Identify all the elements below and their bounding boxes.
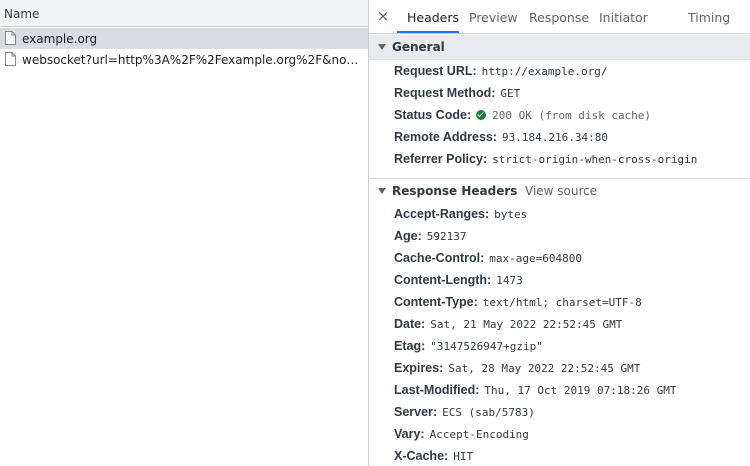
header-value: Accept-Encoding <box>429 428 529 441</box>
response-header-row: Server: ECS (sab/5783) <box>394 405 535 419</box>
header-value: Sat, 28 May 2022 22:52:45 GMT <box>448 362 641 375</box>
request-row-websocket[interactable]: websocket?url=http%3A%2F%2Fexample.org%2… <box>0 49 368 70</box>
header-value: 200 OK (from disk cache) <box>492 109 652 122</box>
header-key: Server <box>394 405 433 419</box>
response-header-row: Age: 592137 <box>394 229 467 243</box>
header-key: Last-Modified <box>394 383 476 397</box>
request-name: websocket?url=http%3A%2F%2Fexample.org%2… <box>22 53 364 67</box>
response-header-row: Etag: "3147526947+gzip" <box>394 339 543 353</box>
header-value: ECS (sab/5783) <box>442 406 535 419</box>
request-name: example.org <box>22 32 98 46</box>
response-header-row: Date: Sat, 21 May 2022 22:52:45 GMT <box>394 317 623 331</box>
header-key: Age <box>394 229 418 243</box>
response-header-row: Content-Type: text/html; charset=UTF-8 <box>394 295 642 309</box>
response-header-row: Accept-Ranges: bytes <box>394 207 528 221</box>
general-row-referrer-policy: Referrer Policy: strict-origin-when-cross… <box>394 152 698 166</box>
tab-timing[interactable]: Timing <box>688 10 730 25</box>
header-value: GET <box>500 87 521 100</box>
general-row-request-method: Request Method: GET <box>394 86 521 100</box>
response-header-row: Content-Length: 1473 <box>394 273 523 287</box>
general-row-status-code: Status Code: 200 OK (from disk cache) <box>394 108 652 122</box>
status-ok-icon <box>476 110 487 120</box>
request-details-panel: × Headers Preview Response Initiator Tim… <box>369 0 750 466</box>
header-key: Status Code <box>394 108 467 122</box>
response-header-row: Cache-Control: max-age=604800 <box>394 251 583 265</box>
header-value: strict-origin-when-cross-origin <box>492 153 698 166</box>
tab-initiator[interactable]: Initiator <box>599 10 648 25</box>
section-title: General <box>392 40 445 54</box>
header-value: bytes <box>494 208 528 221</box>
response-header-row: Last-Modified: Thu, 17 Oct 2019 07:18:26 … <box>394 383 677 397</box>
header-key: Date <box>394 317 422 331</box>
header-value: max-age=604800 <box>489 252 583 265</box>
response-header-row: Vary: Accept-Encoding <box>394 427 529 441</box>
view-source-link[interactable]: View source <box>525 184 597 198</box>
header-key: Accept-Ranges <box>394 207 485 221</box>
name-column-header[interactable]: Name <box>0 0 368 27</box>
header-key: X-Cache <box>394 449 445 463</box>
general-row-remote-address: Remote Address: 93.184.216.34:80 <box>394 130 609 144</box>
tab-headers[interactable]: Headers <box>407 10 459 25</box>
header-value: text/html; charset=UTF-8 <box>482 296 642 309</box>
header-value: 1473 <box>496 274 523 287</box>
response-headers-section-header[interactable]: Response Headers View source <box>369 178 750 203</box>
header-value: HIT <box>453 450 474 463</box>
header-key: Request Method <box>394 86 492 100</box>
header-key: Vary <box>394 427 421 441</box>
header-key: Referrer Policy <box>394 152 483 166</box>
header-key: Request URL <box>394 64 473 78</box>
header-key: Content-Type <box>394 295 474 309</box>
document-icon <box>5 52 16 66</box>
header-key: Etag <box>394 339 422 353</box>
tab-response[interactable]: Response <box>529 10 589 25</box>
header-value: http://example.org/ <box>481 65 608 78</box>
close-icon[interactable]: × <box>375 8 391 24</box>
header-value: 93.184.216.34:80 <box>502 131 609 144</box>
document-icon <box>5 31 16 45</box>
response-header-row: Expires: Sat, 28 May 2022 22:52:45 GMT <box>394 361 641 375</box>
expand-triangle-icon <box>378 44 386 50</box>
header-value: 592137 <box>426 230 467 243</box>
general-row-request-url: Request URL: http://example.org/ <box>394 64 608 78</box>
general-section-header[interactable]: General <box>369 35 750 60</box>
header-key: Expires <box>394 361 440 375</box>
header-key: Cache-Control <box>394 251 481 265</box>
header-value: "3147526947+gzip" <box>430 340 543 353</box>
tab-preview[interactable]: Preview <box>469 10 518 25</box>
request-row-example-org[interactable]: example.org <box>0 28 368 49</box>
header-key: Remote Address <box>394 130 493 144</box>
response-header-row: X-Cache: HIT <box>394 449 474 463</box>
header-value: Thu, 17 Oct 2019 07:18:26 GMT <box>484 384 677 397</box>
header-value: Sat, 21 May 2022 22:52:45 GMT <box>430 318 623 331</box>
expand-triangle-icon <box>378 188 386 194</box>
details-tabbar: × Headers Preview Response Initiator Tim… <box>369 0 750 34</box>
section-title: Response Headers <box>392 184 518 198</box>
active-tab-indicator <box>397 31 459 33</box>
request-list-panel: Name example.org websocket?url=http%3A%2… <box>0 0 369 466</box>
header-key: Content-Length <box>394 273 488 287</box>
